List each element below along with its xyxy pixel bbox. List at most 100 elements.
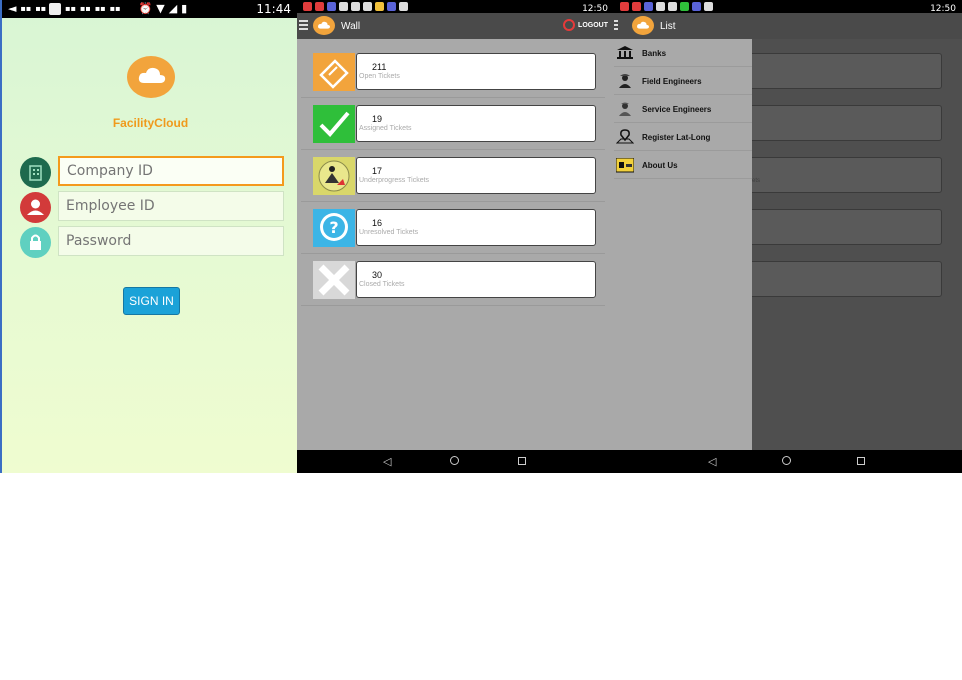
power-icon xyxy=(563,19,576,31)
app-notification-icon xyxy=(399,2,408,11)
app-notification-icon xyxy=(704,2,713,11)
tile-card: 16 Unresolved Tickets xyxy=(356,209,596,246)
app-notification-icon xyxy=(351,2,360,11)
status-bar: 12:50 xyxy=(297,0,614,14)
back-icon[interactable]: ◁ xyxy=(708,455,716,468)
check-icon xyxy=(313,105,355,143)
app-notification-icon xyxy=(315,2,324,11)
drawer-item-label: Field Engineers xyxy=(642,77,702,86)
notification-icon: ▪▪ xyxy=(94,4,106,13)
divider xyxy=(301,201,605,202)
app-notification-icon xyxy=(644,2,653,11)
list-screen: 12:50 List kets s Banks Field Engineers … xyxy=(614,0,962,473)
close-icon xyxy=(313,261,355,299)
home-icon[interactable] xyxy=(450,456,459,465)
divider xyxy=(301,253,605,254)
app-notification-icon xyxy=(680,2,689,11)
wifi-icon: ▼ xyxy=(156,2,165,15)
app-notification-icon xyxy=(339,2,348,11)
drawer-item-register-lat-long[interactable]: Register Lat-Long xyxy=(614,123,752,151)
notification-icon: ▪▪ xyxy=(80,4,91,13)
drawer-item-label: Service Engineers xyxy=(642,105,712,114)
app-notification-icon xyxy=(387,2,396,11)
password-input[interactable] xyxy=(58,226,284,256)
app-notification-icon xyxy=(327,2,336,11)
service-engineer-icon xyxy=(619,102,631,116)
wall-screen: 12:50 Wall LOGOUT 211 Open Tickets 19 As… xyxy=(297,0,614,473)
notification-icon: ▪▪ xyxy=(35,4,47,13)
ticket-count: 19 xyxy=(372,114,383,124)
app-notification-icon xyxy=(656,2,665,11)
drawer-item-label: About Us xyxy=(642,161,678,170)
page-title: List xyxy=(660,21,676,32)
ticket-count: 16 xyxy=(372,218,383,228)
tile-card: 211 Open Tickets xyxy=(356,53,596,90)
question-icon: ? xyxy=(313,209,355,247)
sign-in-button[interactable]: SIGN IN xyxy=(123,287,180,315)
dimmed-tile xyxy=(748,53,942,89)
ticket-label: Unresolved Tickets xyxy=(359,229,419,236)
alarm-icon: ⏰ xyxy=(138,2,153,15)
status-time: 11:44 xyxy=(256,2,291,16)
building-icon xyxy=(20,157,51,188)
navigation-bar: ◁ xyxy=(614,450,962,473)
ticket-count: 17 xyxy=(372,166,383,176)
drawer-item-banks[interactable]: Banks xyxy=(614,39,752,67)
lock-icon xyxy=(20,227,51,258)
ticket-label: Open Tickets xyxy=(359,73,400,80)
ticket-tile-underprogress[interactable]: 17 Underprogress Tickets xyxy=(313,157,597,195)
ticket-tile-assigned[interactable]: 19 Assigned Tickets xyxy=(313,105,597,143)
engineer-icon xyxy=(619,74,631,88)
ticket-tile-closed[interactable]: 30 Closed Tickets xyxy=(313,261,597,299)
page-title: Wall xyxy=(341,21,361,32)
ticket-icon xyxy=(313,53,355,91)
home-icon[interactable] xyxy=(782,456,791,465)
app-bar: List xyxy=(614,13,962,39)
recent-apps-icon[interactable] xyxy=(857,457,865,465)
app-notification-icon xyxy=(620,2,629,11)
ticket-tile-unresolved[interactable]: ? 16 Unresolved Tickets xyxy=(313,209,597,247)
about-icon xyxy=(616,158,634,173)
drawer-item-service-engineers[interactable]: Service Engineers xyxy=(614,95,752,123)
svg-text:?: ? xyxy=(329,218,338,237)
drawer-item-label: Register Lat-Long xyxy=(642,133,711,142)
back-icon[interactable]: ◁ xyxy=(383,455,391,468)
divider xyxy=(301,305,605,306)
worker-icon xyxy=(313,157,355,195)
employee-id-input[interactable] xyxy=(58,191,284,221)
menu-icon[interactable] xyxy=(299,20,308,32)
company-id-input[interactable] xyxy=(58,156,284,186)
user-icon xyxy=(20,192,51,223)
app-notification-icon xyxy=(303,2,312,11)
logout-button[interactable]: LOGOUT xyxy=(563,19,608,31)
dimmed-tile xyxy=(748,261,942,297)
navigation-drawer: Banks Field Engineers Service Engineers … xyxy=(614,39,752,450)
divider xyxy=(301,149,605,150)
status-bar: ◄ ▪▪ ▪▪ ▪▪ ▪▪ ▪▪ ▪▪ ⏰ ▼ ◢ ▮ 11:44 xyxy=(2,0,297,18)
app-notification-icon xyxy=(49,3,62,15)
dimmed-tile: s xyxy=(748,209,942,245)
cloud-icon xyxy=(637,21,649,29)
drawer-item-field-engineers[interactable]: Field Engineers xyxy=(614,67,752,95)
drawer-item-label: Banks xyxy=(642,49,667,58)
ticket-count: 30 xyxy=(372,270,383,280)
status-bar: 12:50 xyxy=(614,0,962,14)
cloud-icon xyxy=(318,21,330,29)
tile-card: 17 Underprogress Tickets xyxy=(356,157,596,194)
login-screen: ◄ ▪▪ ▪▪ ▪▪ ▪▪ ▪▪ ▪▪ ⏰ ▼ ◢ ▮ 11:44 Facili… xyxy=(0,0,297,473)
dimmed-tile: kets xyxy=(748,157,942,193)
ticket-count: 211 xyxy=(372,62,387,72)
brand-name: FacilityCloud xyxy=(112,116,189,130)
ticket-label: Assigned Tickets xyxy=(359,125,412,132)
recent-apps-icon[interactable] xyxy=(518,457,526,465)
back-arrow-icon: ◄ xyxy=(8,2,17,15)
menu-icon[interactable] xyxy=(614,20,618,32)
drawer-item-about-us[interactable]: About Us xyxy=(614,151,752,179)
ticket-tile-open[interactable]: 211 Open Tickets xyxy=(313,53,597,91)
tile-card: 19 Assigned Tickets xyxy=(356,105,596,142)
divider xyxy=(301,97,605,98)
app-notification-icon xyxy=(363,2,372,11)
notification-icon: ▪▪ xyxy=(109,4,121,13)
notification-icon: ▪▪ xyxy=(65,4,76,13)
bank-icon xyxy=(617,46,633,59)
